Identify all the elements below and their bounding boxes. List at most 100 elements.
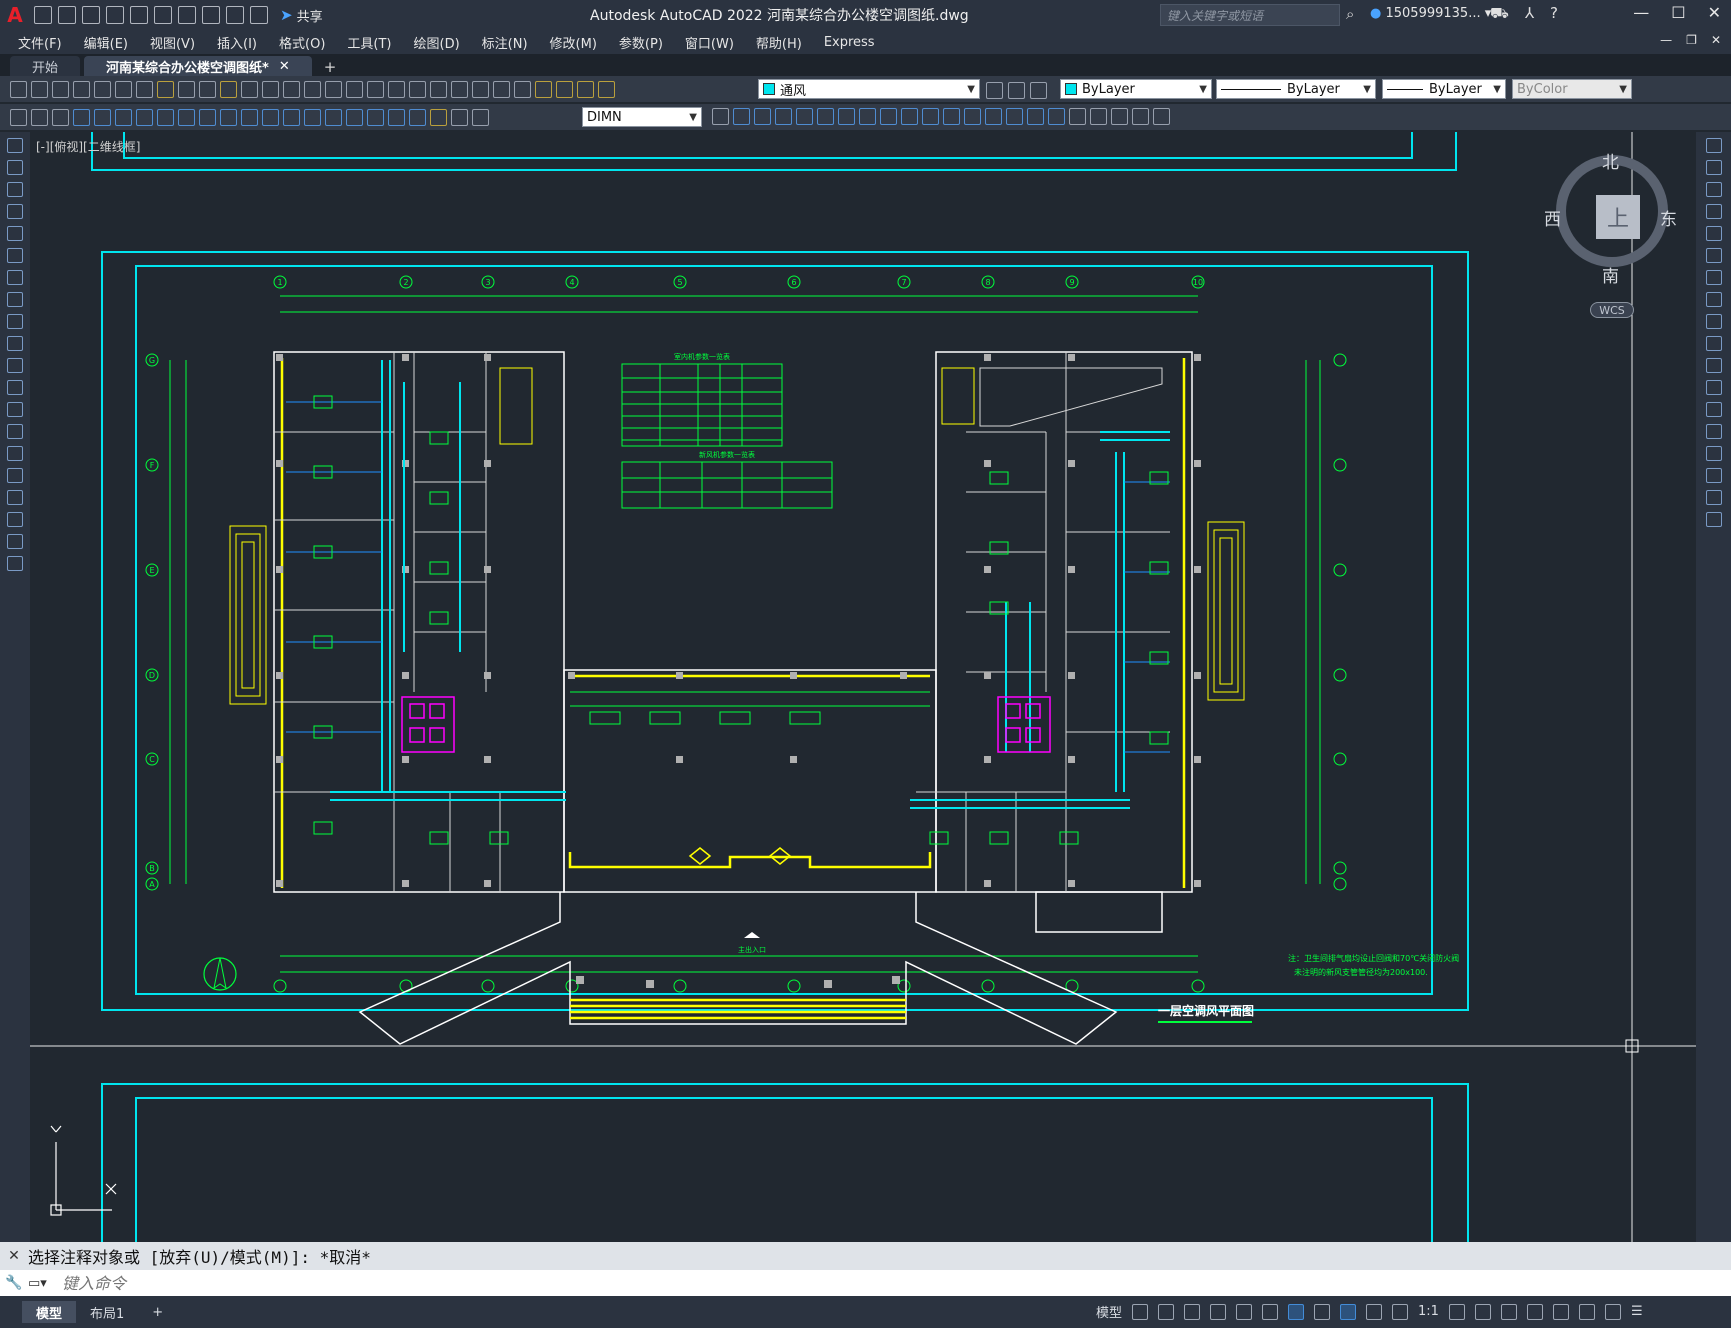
lineweight-toggle-icon[interactable] <box>1153 108 1170 125</box>
close-icon[interactable]: ✕ <box>1708 3 1721 22</box>
spline-icon[interactable] <box>7 314 23 329</box>
clean-screen-icon[interactable] <box>1604 1303 1621 1320</box>
dim-linear-icon[interactable] <box>73 108 90 126</box>
tb-zoom-window-icon[interactable] <box>346 80 363 98</box>
arc-icon[interactable] <box>7 248 23 263</box>
polyline-icon[interactable] <box>7 182 23 197</box>
inspection-icon[interactable] <box>388 108 405 126</box>
dim-baseline-icon[interactable] <box>262 108 279 126</box>
tb-redo-icon[interactable] <box>283 80 300 98</box>
tb-copy-icon[interactable] <box>178 80 195 98</box>
tb-markup-icon[interactable] <box>472 80 489 98</box>
dimstyle-icon[interactable] <box>712 108 729 125</box>
dim-radius-icon[interactable] <box>157 108 174 126</box>
help-icon[interactable]: ? <box>1550 4 1558 24</box>
side-mirror-icon[interactable] <box>1705 182 1722 197</box>
move-icon[interactable] <box>838 108 855 125</box>
dim-aligned-icon[interactable] <box>94 108 111 126</box>
tb-paste-icon[interactable] <box>199 80 216 98</box>
print-icon[interactable] <box>178 6 196 24</box>
annotation-scale-value[interactable]: 1:1 <box>1418 1304 1439 1319</box>
command-customize-icon[interactable]: 🔧 <box>0 1275 28 1291</box>
minimize-icon[interactable]: — <box>1633 3 1649 22</box>
menu-express[interactable]: Express <box>824 35 875 50</box>
tb-block-editor-icon[interactable] <box>241 80 258 98</box>
tb-calculator-icon[interactable] <box>493 80 510 98</box>
circle-icon[interactable] <box>7 270 23 285</box>
jogged-linear-icon[interactable] <box>409 108 426 126</box>
quick-properties-icon[interactable] <box>1526 1303 1543 1320</box>
tab-close-icon[interactable]: ✕ <box>279 59 290 74</box>
dim-text-edit-icon[interactable] <box>451 108 468 126</box>
doc-restore-icon[interactable]: ❐ <box>1686 33 1697 47</box>
hardware-accel-icon[interactable] <box>1578 1303 1595 1320</box>
recent-commands-icon[interactable]: ▭▾ <box>28 1276 62 1291</box>
construction-line-icon[interactable] <box>7 160 23 175</box>
side-blend-icon[interactable] <box>1705 490 1722 505</box>
tb-properties-icon[interactable] <box>388 80 405 98</box>
doc-close-icon[interactable]: ✕ <box>1711 33 1721 47</box>
snap-icon[interactable] <box>1158 1303 1175 1320</box>
command-line-close-icon[interactable]: ✕ <box>0 1248 28 1264</box>
side-explode-icon[interactable] <box>1705 512 1722 527</box>
rectangle-icon[interactable] <box>7 226 23 241</box>
layer-match-icon[interactable] <box>1030 82 1047 99</box>
tb-open-icon[interactable] <box>31 80 48 98</box>
save-as-icon[interactable] <box>106 6 124 24</box>
new-file-icon[interactable] <box>34 6 52 24</box>
new-tab-button[interactable]: + <box>316 58 345 76</box>
object-snap-icon[interactable] <box>1288 1303 1305 1320</box>
line-icon[interactable] <box>7 138 23 153</box>
menu-dimension[interactable]: 标注(N) <box>482 33 528 52</box>
ellipse-arc-icon[interactable] <box>7 358 23 373</box>
tb-preview-icon[interactable] <box>94 80 111 98</box>
annotation-scale-icon[interactable] <box>1392 1303 1409 1320</box>
dim-ordinate-icon[interactable] <box>136 108 153 126</box>
save-icon[interactable] <box>82 6 100 24</box>
make-current-layer-icon[interactable] <box>986 82 1003 99</box>
rotate-icon[interactable] <box>859 108 876 125</box>
group-icon[interactable] <box>1090 108 1107 125</box>
side-erase-icon[interactable] <box>1705 138 1722 153</box>
erase-icon[interactable] <box>733 108 750 125</box>
side-offset-icon[interactable] <box>1705 204 1722 219</box>
side-extend-icon[interactable] <box>1705 358 1722 373</box>
layer-freeze-icon[interactable] <box>577 80 594 98</box>
share-button[interactable]: ➤ 共享 <box>280 6 323 25</box>
ungroup-icon[interactable] <box>1111 108 1128 125</box>
stretch-icon[interactable] <box>901 108 918 125</box>
menu-edit[interactable]: 编辑(E) <box>84 33 128 52</box>
tab-layout1[interactable]: 布局1 <box>76 1301 138 1323</box>
tb-tool-palette-icon[interactable] <box>430 80 447 98</box>
make-block-icon[interactable] <box>7 402 23 417</box>
auto-scale-icon[interactable] <box>1366 1303 1383 1320</box>
polar-icon[interactable] <box>1210 1303 1227 1320</box>
dim-quick-icon[interactable] <box>241 108 258 126</box>
dim-update-icon[interactable] <box>472 108 489 126</box>
tb2-layer-icon[interactable] <box>31 108 48 126</box>
autodesk-app-icon[interactable]: ⅄ <box>1525 4 1534 24</box>
side-join-icon[interactable] <box>1705 424 1722 439</box>
viewcube-north[interactable]: 北 <box>1602 148 1619 173</box>
layer-on-icon[interactable] <box>556 80 573 98</box>
polygon-icon[interactable] <box>7 204 23 219</box>
dim-arc-icon[interactable] <box>115 108 132 126</box>
annotation-visibility-icon[interactable] <box>1340 1303 1357 1320</box>
dim-angular-icon[interactable] <box>220 108 237 126</box>
viewport-controls[interactable]: [-][俯视][二维线框] <box>36 138 140 155</box>
command-input[interactable] <box>62 1273 1562 1293</box>
add-selected-icon[interactable] <box>7 556 23 571</box>
menu-file[interactable]: 文件(F) <box>18 33 62 52</box>
grid-icon[interactable] <box>1132 1303 1149 1320</box>
wcs-menu[interactable]: WCS <box>1590 302 1634 318</box>
doc-minimize-icon[interactable]: — <box>1660 33 1672 47</box>
tb-3d-print-icon[interactable] <box>136 80 153 98</box>
undo-icon[interactable] <box>202 6 220 24</box>
menu-help[interactable]: 帮助(H) <box>756 33 802 52</box>
menu-view[interactable]: 视图(V) <box>150 33 195 52</box>
isodraft-icon[interactable] <box>1236 1303 1253 1320</box>
explode-icon[interactable] <box>1048 108 1065 125</box>
menu-window[interactable]: 窗口(W) <box>685 33 734 52</box>
hatch-icon[interactable] <box>7 446 23 461</box>
tab-start[interactable]: 开始 <box>10 56 81 76</box>
